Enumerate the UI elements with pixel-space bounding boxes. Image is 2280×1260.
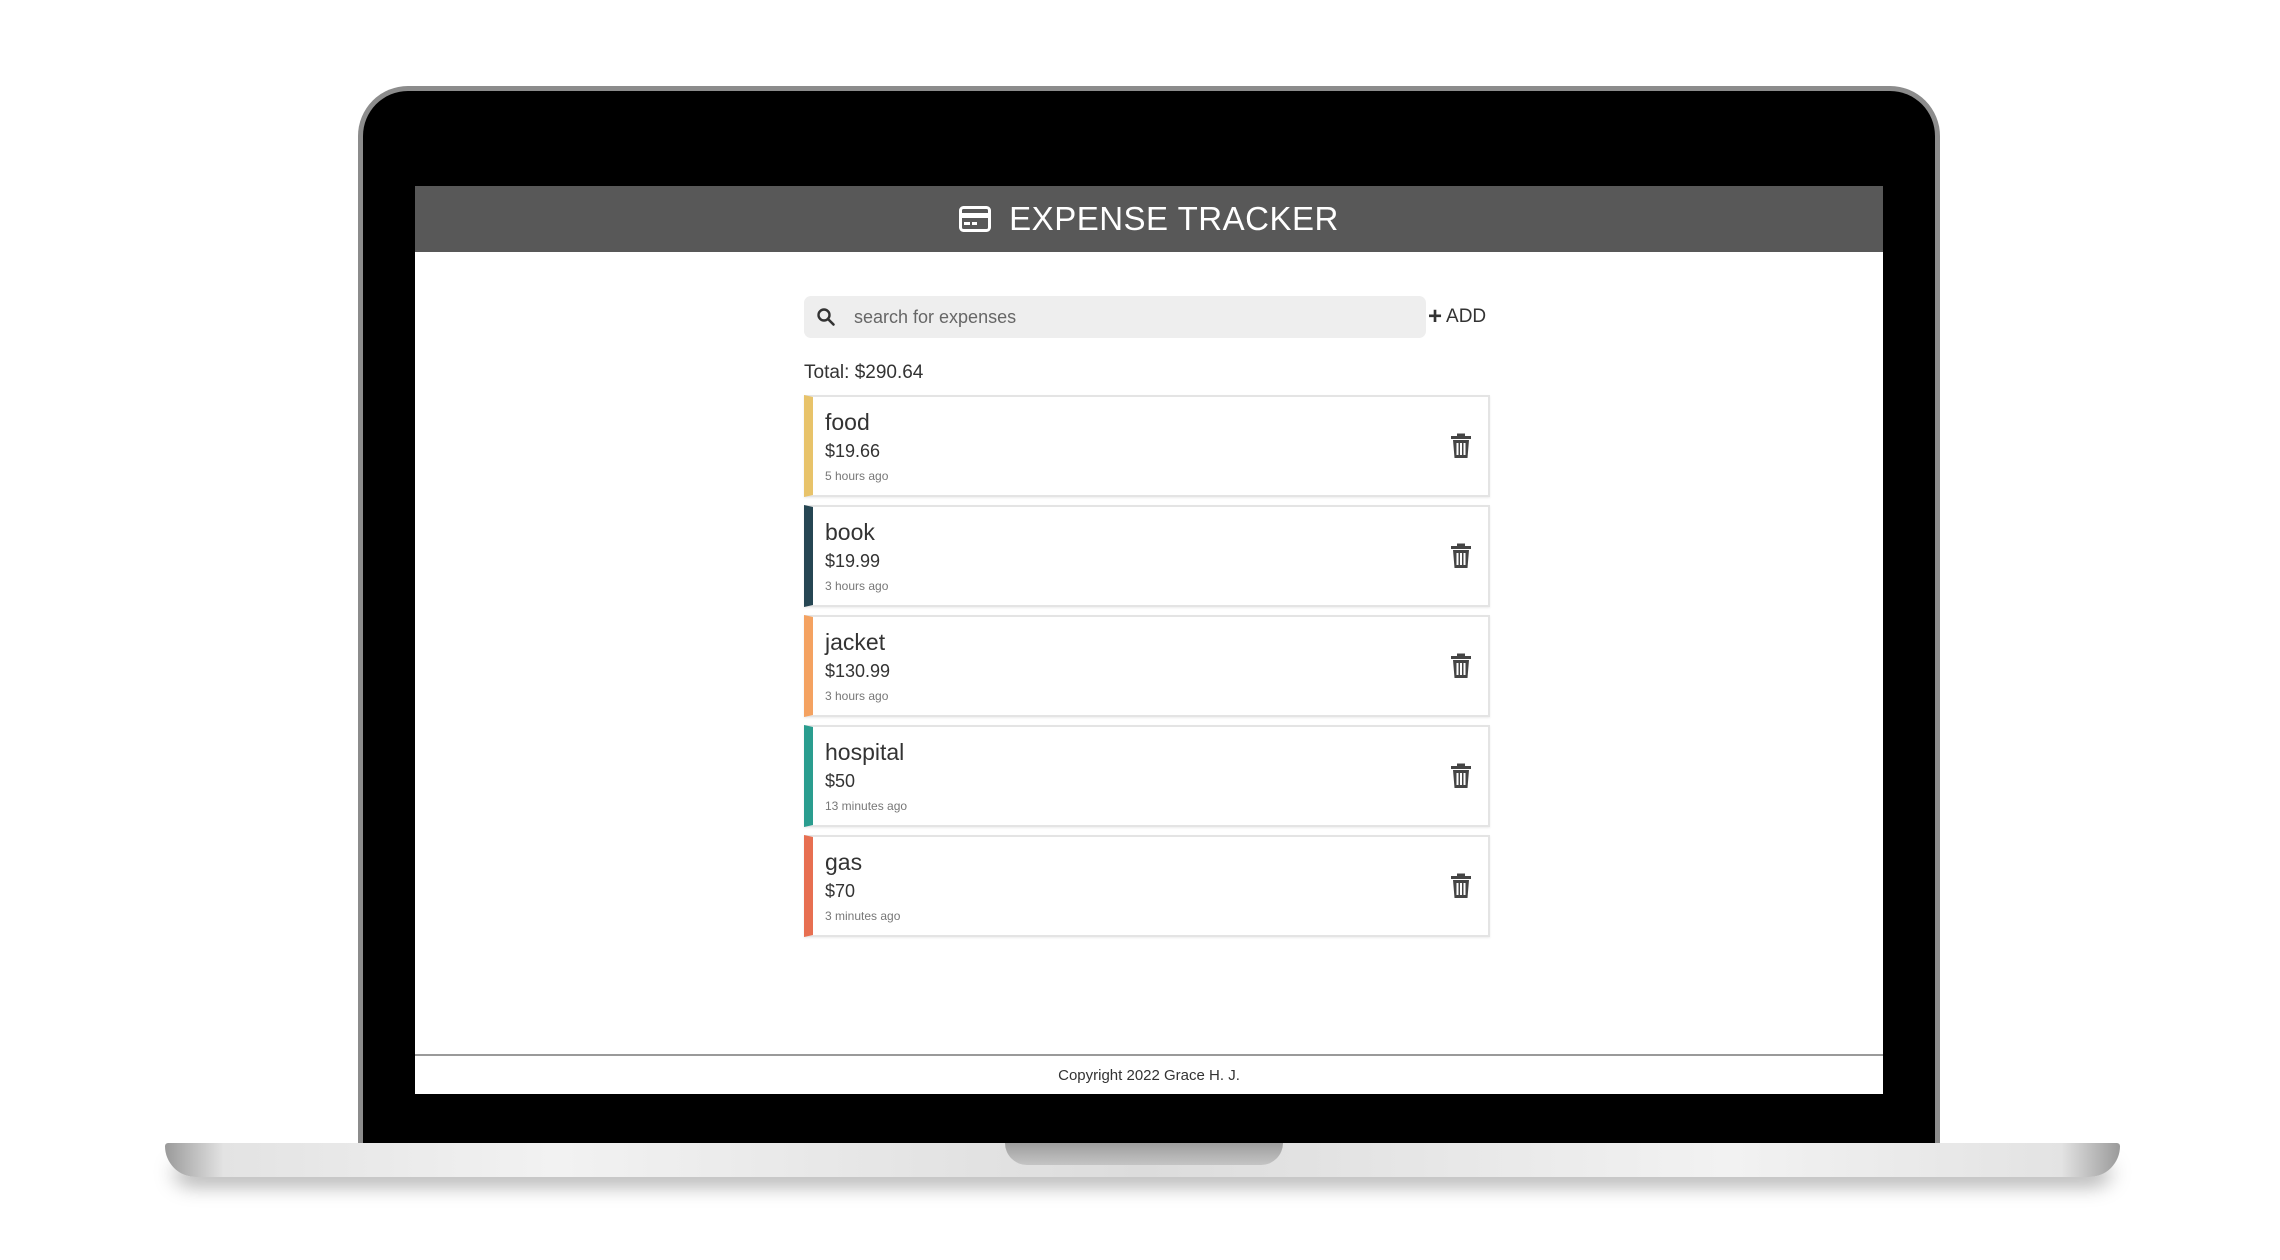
expense-card[interactable]: food $19.66 5 hours ago	[804, 395, 1490, 497]
expense-time: 3 hours ago	[825, 689, 889, 703]
expense-card[interactable]: book $19.99 3 hours ago	[804, 505, 1490, 607]
credit-card-icon	[959, 206, 992, 232]
footer: Copyright 2022 Grace H. J.	[415, 1054, 1883, 1094]
expense-name: food	[825, 409, 870, 435]
trash-icon[interactable]	[1450, 873, 1472, 899]
add-label: ADD	[1446, 306, 1487, 327]
total-label: Total: $290.64	[804, 362, 924, 383]
search-box[interactable]	[804, 296, 1426, 338]
trash-icon[interactable]	[1450, 543, 1472, 569]
app-header: EXPENSE TRACKER	[415, 186, 1883, 252]
plus-icon: +	[1428, 303, 1443, 330]
expense-amount: $130.99	[825, 661, 891, 681]
add-button[interactable]: + ADD	[1428, 305, 1486, 329]
expense-time: 3 hours ago	[825, 579, 889, 593]
trash-icon[interactable]	[1450, 763, 1472, 789]
laptop-notch	[1005, 1143, 1283, 1165]
copyright-text: Copyright 2022 Grace H. J.	[1058, 1066, 1240, 1084]
trash-icon[interactable]	[1450, 653, 1472, 679]
expense-amount: $70	[825, 881, 856, 901]
app-title: EXPENSE TRACKER	[1009, 200, 1339, 237]
expense-name: book	[825, 519, 875, 545]
trash-icon[interactable]	[1450, 433, 1472, 459]
expense-card[interactable]: gas $70 3 minutes ago	[804, 835, 1490, 937]
expense-amount: $19.66	[825, 441, 881, 461]
expense-time: 3 minutes ago	[825, 909, 901, 923]
search-row: + ADD	[804, 296, 1490, 338]
expense-name: gas	[825, 849, 863, 875]
expense-name: hospital	[825, 739, 905, 765]
expense-card[interactable]: jacket $130.99 3 hours ago	[804, 615, 1490, 717]
expense-name: jacket	[825, 629, 886, 655]
expense-time: 13 minutes ago	[825, 799, 908, 813]
expense-time: 5 hours ago	[825, 469, 889, 483]
expense-amount: $19.99	[825, 551, 881, 571]
app-screen: EXPENSE TRACKER + ADD Total: $290.64 foo…	[415, 186, 1883, 1094]
expense-amount: $50	[825, 771, 856, 791]
search-input[interactable]	[852, 305, 1416, 329]
expense-list: food $19.66 5 hours ago book $19.99 3 ho…	[804, 395, 1490, 945]
expense-card[interactable]: hospital $50 13 minutes ago	[804, 725, 1490, 827]
search-icon	[817, 308, 835, 326]
